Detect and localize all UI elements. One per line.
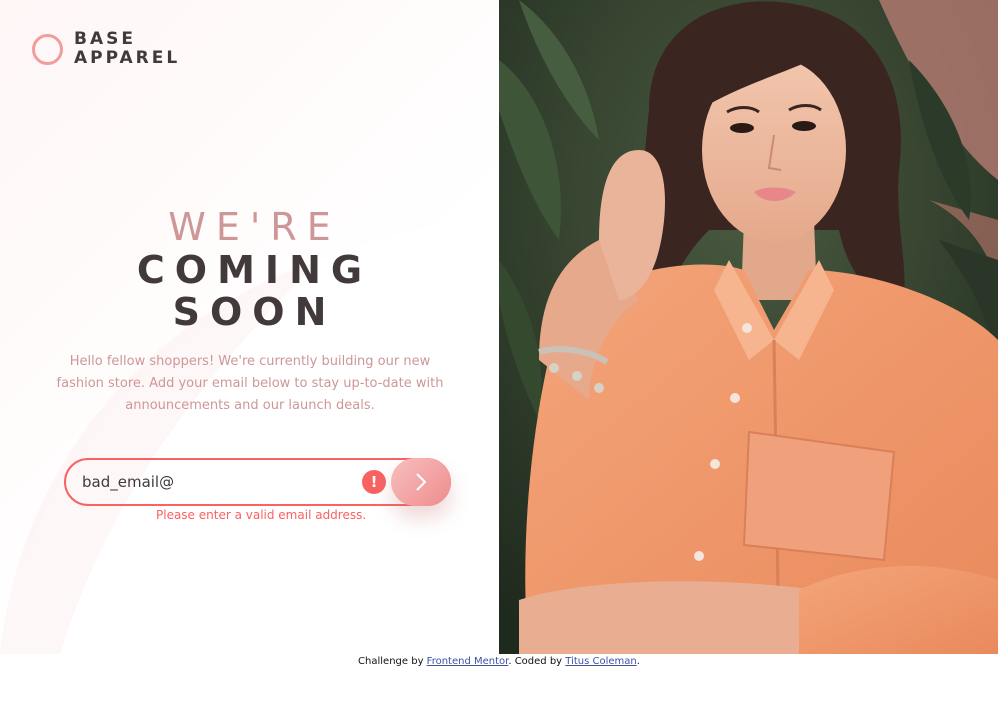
brand-logo[interactable]: BASE APPAREL <box>32 30 180 68</box>
footer-prefix: Challenge by <box>358 656 427 667</box>
submit-button[interactable] <box>391 458 451 506</box>
description: Hello fellow shoppers! We're currently b… <box>56 354 444 413</box>
error-icon: ! <box>362 470 386 494</box>
subscribe-form: ! <box>64 458 451 506</box>
title-bold-line1: COMING <box>136 248 373 292</box>
hero-image <box>499 0 998 654</box>
footer-suffix: . <box>636 656 640 667</box>
footer-attribution: Challenge by Frontend Mentor. Coded by T… <box>0 654 998 667</box>
title-bold-line2: SOON <box>172 290 337 334</box>
hero-illustration <box>499 0 998 654</box>
brand-name: BASE APPAREL <box>74 30 180 68</box>
page-title: WE'RE COMING SOON <box>0 205 499 333</box>
author-link[interactable]: Titus Coleman <box>565 656 636 667</box>
error-message: Please enter a valid email address. <box>156 508 367 522</box>
brand-line2: APPAREL <box>74 48 181 68</box>
arrow-right-icon <box>416 473 427 491</box>
ring-logo-icon <box>32 33 63 65</box>
brand-line1: BASE <box>74 29 136 49</box>
frontend-mentor-link[interactable]: Frontend Mentor <box>427 656 509 667</box>
left-panel: BASE APPAREL WE'RE COMING SOON Hello fel… <box>0 0 499 654</box>
title-light: WE'RE <box>168 205 341 249</box>
footer-middle: . Coded by <box>508 656 566 667</box>
